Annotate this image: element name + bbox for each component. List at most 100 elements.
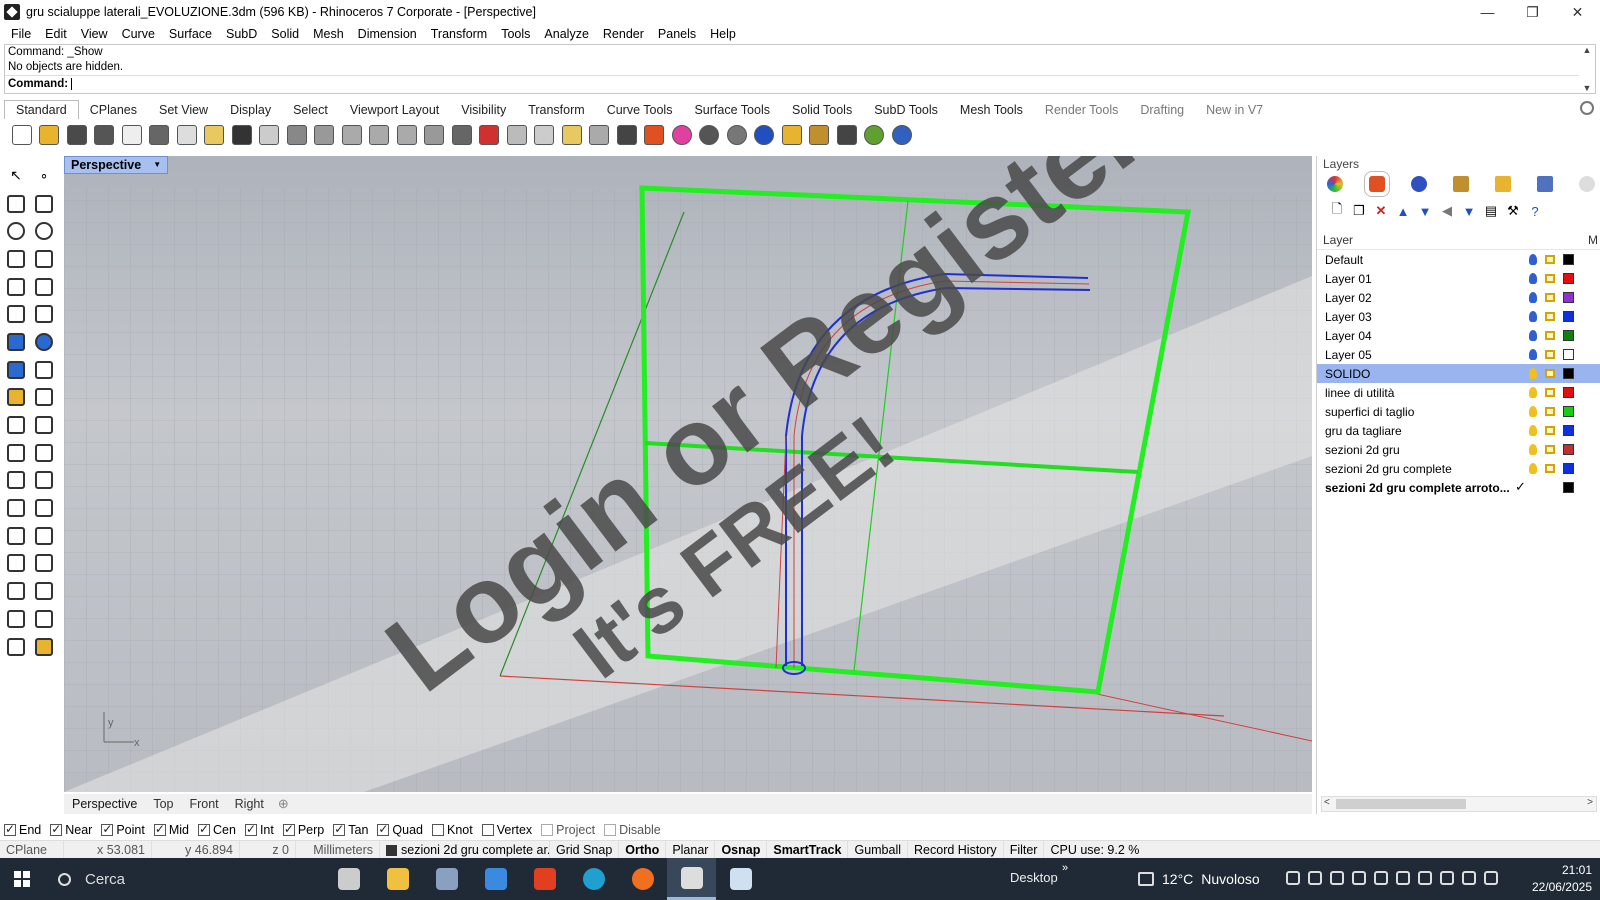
scroll-up-icon[interactable]: ▲ <box>1583 45 1592 55</box>
osnap-checkbox[interactable] <box>101 822 114 836</box>
cplane-label[interactable]: CPlane <box>0 840 64 859</box>
tab-set-view[interactable]: Set View <box>148 101 219 119</box>
lock-icon[interactable] <box>1545 255 1555 264</box>
tray-app-icon[interactable] <box>1374 871 1388 885</box>
viewport-canvas[interactable]: Login or Register It's FREE! y x <box>64 156 1312 792</box>
tab-transform[interactable]: Transform <box>517 101 596 119</box>
new-file-button[interactable] <box>8 122 36 148</box>
filter-icon[interactable]: ▼ <box>1461 203 1477 219</box>
light-bulb-button[interactable] <box>586 122 614 148</box>
tray-app-icon[interactable] <box>1330 871 1344 885</box>
rhino-app-icon[interactable] <box>4 4 20 20</box>
help-button[interactable] <box>888 122 916 148</box>
control-panel-taskbar-button[interactable] <box>422 858 471 900</box>
planar-toggle[interactable]: Planar <box>666 840 716 859</box>
group-tool[interactable] <box>30 440 58 466</box>
move-up-icon[interactable]: ▲ <box>1395 203 1411 219</box>
lock-icon[interactable] <box>1545 407 1555 416</box>
materials-tab-icon[interactable] <box>1453 176 1469 192</box>
osnap-checkbox[interactable] <box>481 824 494 836</box>
taskbar-search[interactable]: Cerca <box>44 858 324 900</box>
osnap-perp[interactable]: Perp <box>282 822 324 837</box>
point-button[interactable] <box>558 122 586 148</box>
color-wheel-button[interactable] <box>668 122 696 148</box>
filter-toggle[interactable]: Filter <box>1004 840 1045 859</box>
save-button[interactable] <box>63 122 91 148</box>
layers-tab-icon[interactable] <box>1364 171 1390 197</box>
zoom-extents-button[interactable] <box>366 122 394 148</box>
dimension-button[interactable] <box>833 122 861 148</box>
tab-subd-tools[interactable]: SubD Tools <box>863 101 949 119</box>
shaded-sphere-button[interactable] <box>696 122 724 148</box>
layer-color-swatch[interactable] <box>1563 368 1574 379</box>
polygon-tool[interactable] <box>2 246 30 272</box>
grid-array-tool[interactable] <box>2 578 30 604</box>
globe-button[interactable] <box>861 122 889 148</box>
tab-visibility[interactable]: Visibility <box>450 101 517 119</box>
firefox-taskbar-button[interactable] <box>618 858 667 900</box>
tray-app-icon[interactable] <box>1418 871 1432 885</box>
lock-icon[interactable] <box>1545 464 1555 473</box>
smarttrack-toggle[interactable]: SmartTrack <box>767 840 849 859</box>
visibility-bulb-icon[interactable] <box>1529 444 1537 455</box>
osnap-near[interactable]: Near <box>50 822 92 837</box>
ortho-toggle[interactable]: Ortho <box>619 840 667 859</box>
layer-row[interactable]: Layer 02 <box>1317 288 1600 307</box>
osnap-checkbox[interactable] <box>377 822 390 836</box>
menu-curve[interactable]: Curve <box>115 27 162 41</box>
car-button[interactable] <box>476 122 504 148</box>
rhino-taskbar-button[interactable] <box>667 858 716 900</box>
layer-color-swatch[interactable] <box>1563 444 1574 455</box>
start-button[interactable] <box>0 858 44 900</box>
tab-standard[interactable]: Standard <box>4 100 79 119</box>
layer-color-swatch[interactable] <box>1563 273 1574 284</box>
align-tool[interactable] <box>30 523 58 549</box>
cylinder-tool[interactable] <box>2 357 30 383</box>
ellipse-tool[interactable] <box>30 218 58 244</box>
menu-help[interactable]: Help <box>703 27 743 41</box>
layer-row[interactable]: sezioni 2d gru <box>1317 440 1600 459</box>
osnap-vertex[interactable]: Vertex <box>481 823 532 837</box>
rectangle-tool[interactable] <box>30 246 58 272</box>
box-tool[interactable] <box>2 329 30 355</box>
menu-surface[interactable]: Surface <box>162 27 219 41</box>
menu-subd[interactable]: SubD <box>219 27 264 41</box>
render-button[interactable] <box>751 122 779 148</box>
delete-layer-icon[interactable]: ✕ <box>1373 203 1389 219</box>
menu-dimension[interactable]: Dimension <box>351 27 424 41</box>
menu-solid[interactable]: Solid <box>264 27 306 41</box>
osnap-checkbox[interactable] <box>333 822 346 836</box>
osnap-checkbox[interactable] <box>604 824 617 836</box>
analyze-tool[interactable] <box>2 606 30 632</box>
extend-tool[interactable] <box>2 412 30 438</box>
notepad-taskbar-button[interactable] <box>716 858 765 900</box>
menu-panels[interactable]: Panels <box>651 27 703 41</box>
desktop-toolbar-label[interactable]: Desktop <box>1010 870 1058 885</box>
gear-button[interactable] <box>806 122 834 148</box>
osnap-quad[interactable]: Quad <box>377 822 423 837</box>
tab-new-in-v7[interactable]: New in V7 <box>1195 101 1274 119</box>
add-viewport-tab-icon[interactable]: ⊕ <box>272 796 295 812</box>
curve-tool[interactable] <box>30 191 58 217</box>
current-layer-status[interactable]: sezioni 2d gru complete ar... <box>380 840 550 859</box>
viewport-tab-front[interactable]: Front <box>181 797 226 811</box>
osnap-checkbox[interactable] <box>244 822 257 836</box>
tab-viewport-layout[interactable]: Viewport Layout <box>339 101 450 119</box>
tab-curve-tools[interactable]: Curve Tools <box>596 101 684 119</box>
layer-row[interactable]: Layer 01 <box>1317 269 1600 288</box>
visibility-bulb-icon[interactable] <box>1529 311 1537 322</box>
layer-row[interactable]: Layer 04 <box>1317 326 1600 345</box>
solid-tool[interactable] <box>2 634 30 660</box>
visibility-bulb-icon[interactable] <box>1529 254 1537 265</box>
sphere-tool[interactable] <box>30 329 58 355</box>
weather-widget[interactable]: 12°C Nuvoloso <box>1138 858 1260 900</box>
maximize-button[interactable]: ❐ <box>1510 0 1555 24</box>
snap-tool[interactable] <box>30 578 58 604</box>
cplane-button[interactable] <box>531 122 559 148</box>
viewport-tab-perspective[interactable]: Perspective <box>64 797 145 811</box>
panel-options-icon[interactable] <box>1579 176 1595 192</box>
osnap-disable[interactable]: Disable <box>604 823 661 837</box>
viewport-tab-top[interactable]: Top <box>145 797 181 811</box>
zoom-selected-button[interactable] <box>393 122 421 148</box>
visibility-bulb-icon[interactable] <box>1529 292 1537 303</box>
